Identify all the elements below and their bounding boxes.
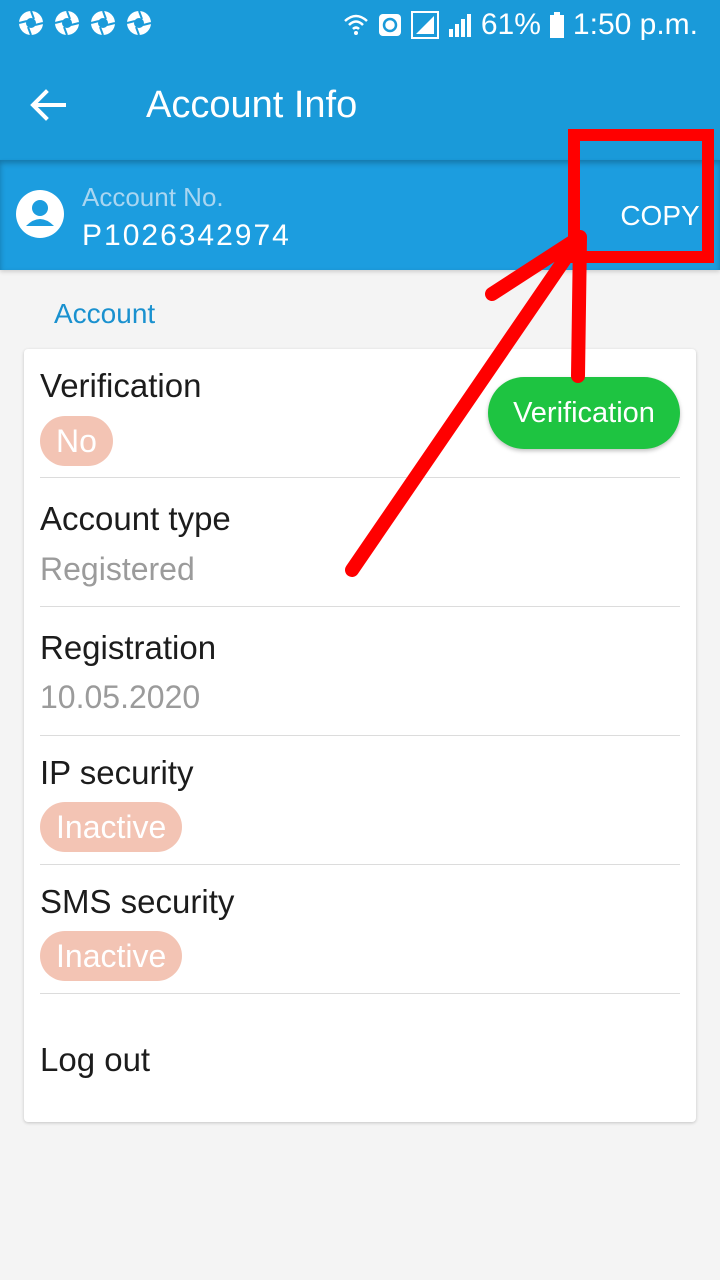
- notification-icons: [18, 10, 152, 36]
- signal-sim2-icon: [448, 14, 471, 37]
- ip-security-label: IP security: [40, 754, 194, 791]
- back-arrow-icon[interactable]: [26, 82, 72, 128]
- section-title: Account: [54, 298, 156, 329]
- account-number: P1026342974: [82, 219, 291, 252]
- user-avatar-icon: [16, 190, 64, 238]
- account-type-value: Registered: [40, 551, 195, 587]
- aperture-icon: [18, 10, 44, 36]
- verification-label: Verification: [40, 367, 202, 404]
- status-bar: 61% 1:50 p.m.: [0, 0, 720, 50]
- sms-security-status-badge: Inactive: [40, 931, 183, 981]
- battery-icon: [549, 12, 564, 38]
- account-type-label: Account type: [40, 500, 231, 537]
- account-type-row: Account type Registered: [40, 478, 680, 606]
- aperture-icon: [90, 10, 116, 36]
- aperture-icon: [126, 10, 152, 36]
- account-number-label: Account No.: [82, 182, 224, 212]
- verification-button[interactable]: Verification: [488, 377, 680, 449]
- ip-security-row: IP security Inactive: [40, 736, 680, 864]
- sms-security-label: SMS security: [40, 883, 235, 920]
- sms-security-row: SMS security Inactive: [40, 865, 680, 993]
- verification-status-badge: No: [40, 416, 113, 466]
- account-card: Verification No Verification Account typ…: [24, 349, 696, 1122]
- registration-row: Registration 10.05.2020: [40, 607, 680, 735]
- ip-security-status-badge: Inactive: [40, 802, 183, 852]
- clock: 1:50 p.m.: [572, 8, 698, 41]
- wifi-icon: [344, 14, 368, 35]
- page-title: Account Info: [146, 84, 358, 126]
- aperture-icon: [54, 10, 80, 36]
- system-status: 61% 1:50 p.m.: [343, 6, 698, 44]
- account-header: Account No. P1026342974 COPY: [0, 160, 720, 270]
- registration-label: Registration: [40, 629, 217, 666]
- copy-button[interactable]: COPY: [610, 194, 710, 238]
- divider: [40, 993, 680, 994]
- app-bar: Account Info: [0, 50, 720, 160]
- verification-row: Verification No Verification: [40, 349, 680, 477]
- data-saver-icon: [378, 14, 401, 36]
- logout-button[interactable]: Log out: [40, 1041, 150, 1079]
- battery-percent: 61%: [480, 8, 541, 41]
- signal-sim1-icon: [410, 11, 439, 39]
- registration-date: 10.05.2020: [40, 679, 201, 715]
